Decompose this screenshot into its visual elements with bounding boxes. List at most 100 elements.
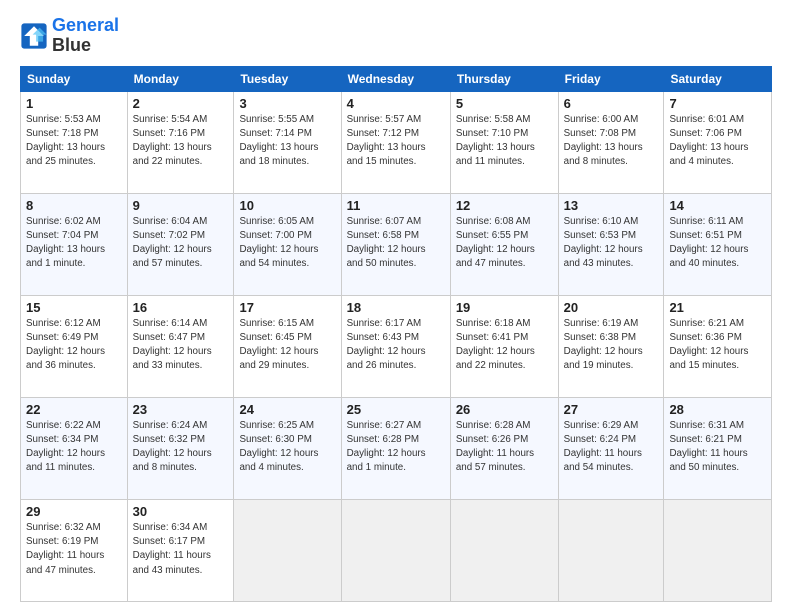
day-info: Sunrise: 5:55 AMSunset: 7:14 PMDaylight:…: [239, 113, 335, 170]
day-info: Sunrise: 6:15 AMSunset: 6:45 PMDaylight:…: [239, 317, 335, 374]
calendar-cell: 28 Sunrise: 6:31 AMSunset: 6:21 PMDayligh…: [664, 397, 772, 499]
day-info: Sunrise: 6:21 AMSunset: 6:36 PMDaylight:…: [669, 317, 766, 374]
calendar-cell: 5Sunrise: 5:58 AMSunset: 7:10 PMDaylight…: [450, 91, 558, 193]
week-row-3: 15 Sunrise: 6:12 AMSunset: 6:49 PMDayligh…: [21, 295, 772, 397]
logo-line1: General: [52, 16, 119, 36]
day-number: 19: [456, 300, 553, 315]
calendar-cell: 9Sunrise: 6:04 AMSunset: 7:02 PMDaylight…: [127, 193, 234, 295]
day-number: 25: [347, 402, 445, 417]
day-number: 22: [26, 402, 122, 417]
day-number: 21: [669, 300, 766, 315]
calendar-cell: [341, 499, 450, 601]
day-number: 17: [239, 300, 335, 315]
calendar-cell: 20Sunrise: 6:19 AMSunset: 6:38 PMDayligh…: [558, 295, 664, 397]
week-row-2: 8 Sunrise: 6:02 AMSunset: 7:04 PMDaylight…: [21, 193, 772, 295]
day-number: 9: [133, 198, 229, 213]
day-info: Sunrise: 6:22 AMSunset: 6:34 PMDaylight:…: [26, 419, 122, 476]
calendar-cell: 1 Sunrise: 5:53 AMSunset: 7:18 PMDaylight…: [21, 91, 128, 193]
day-number: 12: [456, 198, 553, 213]
calendar-cell: 14 Sunrise: 6:11 AMSunset: 6:51 PMDayligh…: [664, 193, 772, 295]
calendar-cell: 24 Sunrise: 6:25 AMSunset: 6:30 PMDayligh…: [234, 397, 341, 499]
calendar-cell: 8 Sunrise: 6:02 AMSunset: 7:04 PMDaylight…: [21, 193, 128, 295]
calendar-cell: 7 Sunrise: 6:01 AMSunset: 7:06 PMDaylight…: [664, 91, 772, 193]
week-row-1: 1 Sunrise: 5:53 AMSunset: 7:18 PMDaylight…: [21, 91, 772, 193]
day-info: Sunrise: 6:00 AMSunset: 7:08 PMDaylight:…: [564, 113, 659, 170]
calendar-cell: 19 Sunrise: 6:18 AMSunset: 6:41 PMDayligh…: [450, 295, 558, 397]
calendar-cell: 16Sunrise: 6:14 AMSunset: 6:47 PMDayligh…: [127, 295, 234, 397]
day-number: 27: [564, 402, 659, 417]
day-info: Sunrise: 6:07 AMSunset: 6:58 PMDaylight:…: [347, 215, 445, 272]
calendar-cell: [234, 499, 341, 601]
calendar-cell: 10 Sunrise: 6:05 AMSunset: 7:00 PMDayligh…: [234, 193, 341, 295]
calendar-cell: 26 Sunrise: 6:28 AMSunset: 6:26 PMDayligh…: [450, 397, 558, 499]
day-number: 14: [669, 198, 766, 213]
day-number: 6: [564, 96, 659, 111]
day-number: 26: [456, 402, 553, 417]
calendar-cell: 2 Sunrise: 5:54 AMSunset: 7:16 PMDaylight…: [127, 91, 234, 193]
weekday-header-thursday: Thursday: [450, 66, 558, 91]
day-number: 23: [133, 402, 229, 417]
day-number: 7: [669, 96, 766, 111]
day-info: Sunrise: 6:29 AMSunset: 6:24 PMDaylight:…: [564, 419, 659, 476]
day-number: 13: [564, 198, 659, 213]
weekday-header-saturday: Saturday: [664, 66, 772, 91]
day-number: 29: [26, 504, 122, 519]
day-info: Sunrise: 6:12 AMSunset: 6:49 PMDaylight:…: [26, 317, 122, 374]
calendar-table: SundayMondayTuesdayWednesdayThursdayFrid…: [20, 66, 772, 602]
page: GeneralBlue SundayMondayTuesdayWednesday…: [0, 0, 792, 612]
day-info: Sunrise: 6:11 AMSunset: 6:51 PMDaylight:…: [669, 215, 766, 272]
calendar-cell: 4 Sunrise: 5:57 AMSunset: 7:12 PMDaylight…: [341, 91, 450, 193]
day-info: Sunrise: 6:01 AMSunset: 7:06 PMDaylight:…: [669, 113, 766, 170]
day-number: 2: [133, 96, 229, 111]
calendar-cell: 15 Sunrise: 6:12 AMSunset: 6:49 PMDayligh…: [21, 295, 128, 397]
logo-icon: [20, 22, 48, 50]
day-number: 24: [239, 402, 335, 417]
day-number: 8: [26, 198, 122, 213]
day-number: 28: [669, 402, 766, 417]
day-info: Sunrise: 6:18 AMSunset: 6:41 PMDaylight:…: [456, 317, 553, 374]
weekday-header-sunday: Sunday: [21, 66, 128, 91]
calendar-cell: 13 Sunrise: 6:10 AMSunset: 6:53 PMDayligh…: [558, 193, 664, 295]
weekday-header-monday: Monday: [127, 66, 234, 91]
day-number: 18: [347, 300, 445, 315]
day-info: Sunrise: 6:27 AMSunset: 6:28 PMDaylight:…: [347, 419, 445, 476]
weekday-header-tuesday: Tuesday: [234, 66, 341, 91]
week-row-5: 29Sunrise: 6:32 AMSunset: 6:19 PMDayligh…: [21, 499, 772, 601]
day-number: 10: [239, 198, 335, 213]
day-info: Sunrise: 5:54 AMSunset: 7:16 PMDaylight:…: [133, 113, 229, 170]
day-number: 3: [239, 96, 335, 111]
day-number: 4: [347, 96, 445, 111]
day-info: Sunrise: 6:02 AMSunset: 7:04 PMDaylight:…: [26, 215, 122, 272]
weekday-header-wednesday: Wednesday: [341, 66, 450, 91]
calendar-cell: 21 Sunrise: 6:21 AMSunset: 6:36 PMDayligh…: [664, 295, 772, 397]
calendar-cell: [450, 499, 558, 601]
calendar-cell: 23Sunrise: 6:24 AMSunset: 6:32 PMDayligh…: [127, 397, 234, 499]
day-info: Sunrise: 5:53 AMSunset: 7:18 PMDaylight:…: [26, 113, 122, 170]
calendar-cell: 11 Sunrise: 6:07 AMSunset: 6:58 PMDayligh…: [341, 193, 450, 295]
day-number: 11: [347, 198, 445, 213]
day-info: Sunrise: 6:10 AMSunset: 6:53 PMDaylight:…: [564, 215, 659, 272]
calendar-cell: 22 Sunrise: 6:22 AMSunset: 6:34 PMDayligh…: [21, 397, 128, 499]
logo-line2: Blue: [52, 36, 119, 56]
weekday-header-row: SundayMondayTuesdayWednesdayThursdayFrid…: [21, 66, 772, 91]
day-number: 15: [26, 300, 122, 315]
calendar-cell: 17 Sunrise: 6:15 AMSunset: 6:45 PMDayligh…: [234, 295, 341, 397]
logo: GeneralBlue: [20, 16, 119, 56]
header: GeneralBlue: [20, 16, 772, 56]
calendar-cell: [558, 499, 664, 601]
week-row-4: 22 Sunrise: 6:22 AMSunset: 6:34 PMDayligh…: [21, 397, 772, 499]
day-info: Sunrise: 6:25 AMSunset: 6:30 PMDaylight:…: [239, 419, 335, 476]
calendar-cell: 3 Sunrise: 5:55 AMSunset: 7:14 PMDaylight…: [234, 91, 341, 193]
day-info: Sunrise: 6:31 AMSunset: 6:21 PMDaylight:…: [669, 419, 766, 476]
day-number: 1: [26, 96, 122, 111]
weekday-header-friday: Friday: [558, 66, 664, 91]
day-number: 16: [133, 300, 229, 315]
calendar-cell: 27 Sunrise: 6:29 AMSunset: 6:24 PMDayligh…: [558, 397, 664, 499]
day-info: Sunrise: 6:28 AMSunset: 6:26 PMDaylight:…: [456, 419, 553, 476]
calendar-cell: 18Sunrise: 6:17 AMSunset: 6:43 PMDayligh…: [341, 295, 450, 397]
day-info: Sunrise: 6:05 AMSunset: 7:00 PMDaylight:…: [239, 215, 335, 272]
day-info: Sunrise: 6:19 AMSunset: 6:38 PMDaylight:…: [564, 317, 659, 374]
day-info: Sunrise: 5:57 AMSunset: 7:12 PMDaylight:…: [347, 113, 445, 170]
calendar-cell: 29Sunrise: 6:32 AMSunset: 6:19 PMDayligh…: [21, 499, 128, 601]
logo-text: GeneralBlue: [52, 16, 119, 56]
